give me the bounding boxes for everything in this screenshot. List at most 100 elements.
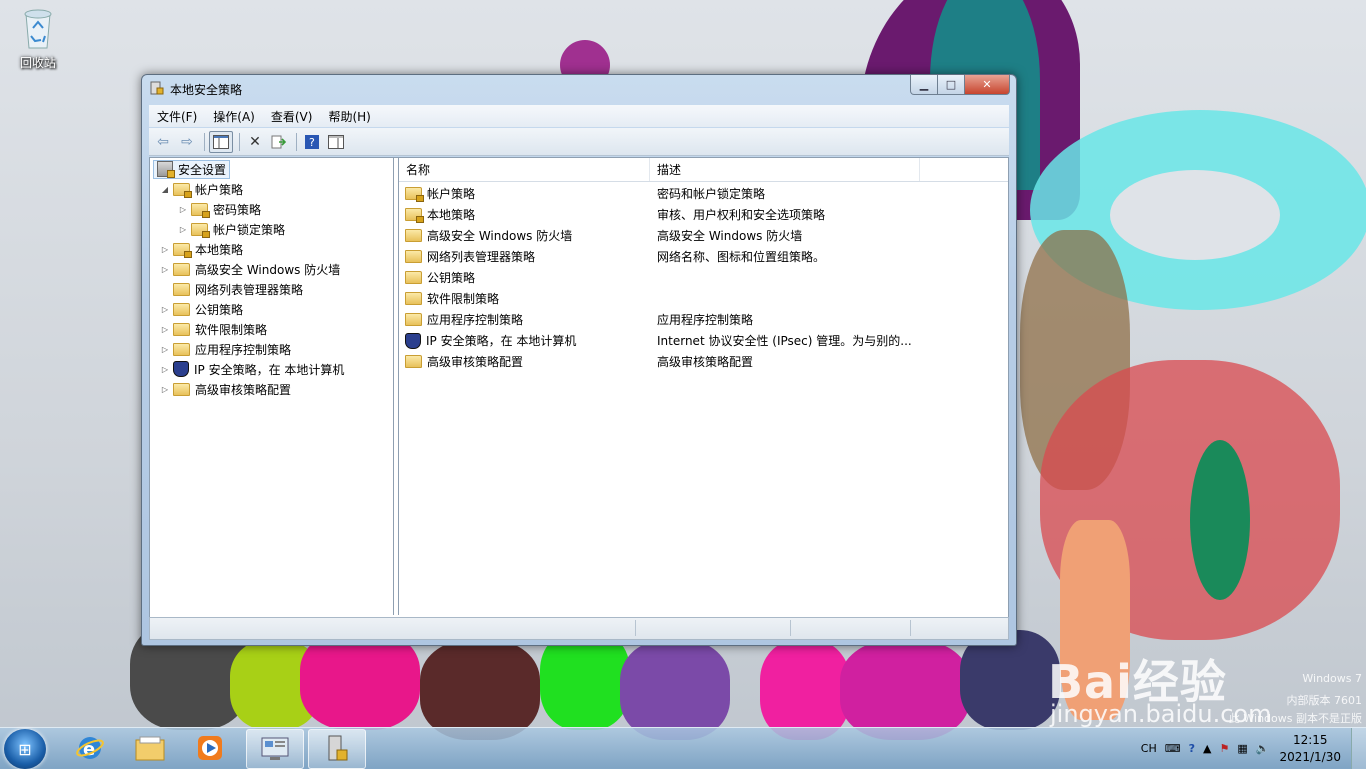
folder-libraries-icon [135,736,165,761]
action-pane-icon [328,134,344,149]
help-tray-icon[interactable]: ? [1189,742,1195,755]
tree-root-label: 安全设置 [178,162,227,177]
menu-help[interactable]: 帮助(H) [320,108,378,125]
expand-arrow-icon[interactable]: ▷ [178,225,188,234]
expand-arrow-icon[interactable]: ▷ [178,205,188,214]
taskbar-local-security-policy[interactable] [308,729,366,769]
expand-arrow-icon[interactable]: ▷ [160,385,170,394]
back-button[interactable]: ⇦ [152,132,174,152]
taskbar-media-player[interactable] [182,729,238,767]
export-list-button[interactable] [268,132,290,152]
tree-item-application-control[interactable]: ▷ 应用程序控制策略 [160,340,291,358]
column-header-name[interactable]: 名称 [399,158,650,181]
list-item-name: 本地策略 [427,208,476,222]
taskbar-control-panel[interactable] [246,729,304,769]
tree-item-label: 本地策略 [195,242,244,257]
shield-icon [405,332,421,349]
menu-file[interactable]: 文件(F) [149,108,205,125]
clock-time: 12:15 [1292,732,1328,747]
tree-item-public-key-policies[interactable]: ▷ 公钥策略 [160,300,243,318]
tree-item-password-policy[interactable]: ▷ 密码策略 [178,200,261,218]
list-item[interactable]: IP 安全策略，在 本地计算机 Internet 协议安全性 (IPsec) 管… [399,330,1008,351]
list-item-name: IP 安全策略，在 本地计算机 [426,334,577,348]
security-policy-icon [150,81,164,95]
keyboard-icon[interactable]: ⌨ [1165,742,1181,755]
delete-x-icon: ✕ [249,133,261,150]
column-header-description[interactable]: 描述 [650,158,920,181]
tree-item-network-list-manager[interactable]: 网络列表管理器策略 [160,280,303,298]
action-center-flag-icon[interactable]: ⚑ [1219,742,1229,755]
menu-view[interactable]: 查看(V) [263,108,321,125]
tree-item-account-policies[interactable]: ◢ 帐户策略 [160,180,243,198]
tree-item-windows-firewall[interactable]: ▷ 高级安全 Windows 防火墙 [160,260,340,278]
list-header: 名称 描述 [399,158,1008,182]
collapse-arrow-icon[interactable]: ◢ [160,185,170,194]
expand-arrow-icon[interactable]: ▷ [160,265,170,274]
show-hidden-icons-icon[interactable]: ▲ [1203,742,1211,755]
tree-item-label: 公钥策略 [195,302,244,317]
network-icon[interactable]: ▦ [1237,742,1247,755]
tree-item-label: IP 安全策略，在 本地计算机 [194,362,345,377]
tree-item-label: 高级审核策略配置 [195,382,292,397]
taskbar-explorer[interactable] [122,729,178,767]
toolbar: ⇦ ⇨ ✕ ? [149,128,1009,156]
list-item[interactable]: 高级安全 Windows 防火墙 高级安全 Windows 防火墙 [399,225,1008,246]
clock[interactable]: 12:15 2021/1/30 [1279,732,1341,766]
minimize-button[interactable]: ▁ [910,75,938,95]
tree-item-account-lockout-policy[interactable]: ▷ 帐户锁定策略 [178,220,285,238]
list-item-description: 审核、用户权利和安全选项策略 [657,208,826,222]
tree-item-advanced-audit[interactable]: ▷ 高级审核策略配置 [160,380,291,398]
expand-arrow-icon[interactable]: ▷ [160,325,170,334]
forward-arrow-icon: ⇨ [181,133,193,150]
clock-date: 2021/1/30 [1279,749,1341,764]
close-button[interactable]: ✕ [965,75,1010,95]
status-bar [149,617,1009,640]
taskbar-internet-explorer[interactable]: e [62,729,118,767]
folder-icon [173,302,190,316]
tree-item-label: 高级安全 Windows 防火墙 [195,262,341,277]
tree-item-label: 帐户策略 [195,182,244,197]
windows-version-line2: 内部版本 7601 [1286,694,1363,707]
list-item[interactable]: 网络列表管理器策略 网络名称、图标和位置组策略。 [399,246,1008,267]
list-item[interactable]: 公钥策略 [399,267,1008,288]
show-desktop-button[interactable] [1351,728,1366,769]
expand-arrow-icon[interactable]: ▷ [160,305,170,314]
folder-icon [405,229,422,242]
show-action-pane-button[interactable] [325,132,347,152]
menu-bar: 文件(F) 操作(A) 查看(V) 帮助(H) [149,105,1009,127]
list-item-name: 应用程序控制策略 [427,313,524,327]
list-item[interactable]: 本地策略 审核、用户权利和安全选项策略 [399,204,1008,225]
list-item[interactable]: 帐户策略 密码和帐户锁定策略 [399,183,1008,204]
forward-button[interactable]: ⇨ [176,132,198,152]
tree-root-security-settings[interactable]: 安全设置 [153,159,231,179]
maximize-button[interactable]: □ [938,75,965,95]
menu-action[interactable]: 操作(A) [205,108,263,125]
list-item[interactable]: 软件限制策略 [399,288,1008,309]
windows-version-line1: Windows 7 [1302,672,1362,685]
expand-arrow-icon[interactable]: ▷ [160,345,170,354]
expand-arrow-icon[interactable]: ▷ [160,365,170,374]
tree-item-ip-security[interactable]: ▷ IP 安全策略，在 本地计算机 [160,360,344,378]
recycle-bin[interactable]: 回收站 [8,6,68,71]
folder-icon [173,382,190,396]
recycle-bin-icon [20,6,56,50]
expand-arrow-icon[interactable]: ▷ [160,245,170,254]
volume-icon[interactable]: 🔈 [1256,742,1270,755]
language-indicator[interactable]: CH [1141,742,1157,755]
show-hide-console-tree-button[interactable] [209,130,233,153]
details-list: 名称 描述 帐户策略 密码和帐户锁定策略 本地策略 审核、用户权利和安全选项策略… [398,158,1008,615]
tree-item-label: 网络列表管理器策略 [195,282,304,297]
delete-button[interactable]: ✕ [244,132,266,152]
tree-item-software-restriction[interactable]: ▷ 软件限制策略 [160,320,267,338]
status-divider [790,620,791,636]
local-security-policy-window: 本地安全策略 ▁ □ ✕ 文件(F) 操作(A) 查看(V) 帮助(H) ⇦ ⇨… [141,74,1017,646]
list-item[interactable]: 应用程序控制策略 应用程序控制策略 [399,309,1008,330]
start-button[interactable]: ⊞ [4,729,46,769]
title-bar[interactable]: 本地安全策略 ▁ □ ✕ [142,75,1016,101]
list-item[interactable]: 高级审核策略配置 高级审核策略配置 [399,351,1008,372]
control-panel-icon [261,737,289,760]
tree-item-local-policies[interactable]: ▷ 本地策略 [160,240,243,258]
folder-icon [173,282,190,296]
list-item-description: 密码和帐户锁定策略 [657,187,766,201]
help-button[interactable]: ? [301,132,323,152]
